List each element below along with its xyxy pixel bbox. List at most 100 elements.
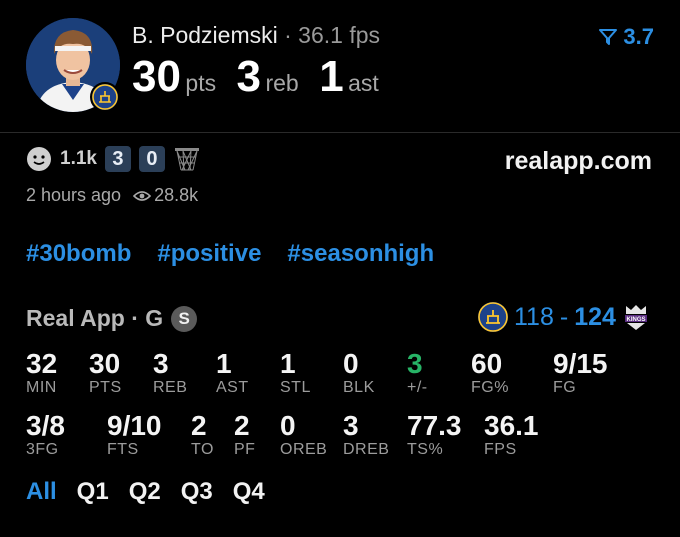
stat-label: REB [153, 379, 188, 396]
stat-value: 3 [343, 410, 359, 441]
game-source: Real App · G S [26, 305, 198, 332]
source-label: Real App · G [26, 305, 164, 331]
stat-reb: 3 REB [153, 349, 187, 397]
stat-value: 60 [471, 348, 503, 379]
stat-label: PTS [89, 379, 122, 396]
stat-label: OREB [280, 441, 328, 458]
stat-label: BLK [343, 379, 375, 396]
away-score: 124 [574, 302, 616, 331]
separator: · [284, 22, 292, 48]
stat-3fg: 3/8 3FG [26, 411, 65, 459]
stat-label: +/- [407, 379, 428, 396]
stat-label: FG% [471, 379, 509, 396]
stat-value: 30 [89, 348, 121, 379]
stat-fg: 9/15 FG [553, 349, 608, 397]
tab-q2[interactable]: Q2 [129, 478, 161, 506]
quarter-tabs: All Q1 Q2 Q3 Q4 [26, 478, 265, 506]
tab-q3[interactable]: Q3 [181, 478, 213, 506]
stat-pts: 30 PTS [89, 349, 122, 397]
stat-value: 9/10 [107, 410, 162, 441]
tab-q1[interactable]: Q1 [77, 478, 109, 506]
stat-value: 0 [343, 348, 359, 379]
kings-logo-icon: KINGS [622, 302, 650, 332]
stat-fps: 36.1 FPS [484, 411, 539, 459]
headline-rebounds-label: reb [265, 70, 299, 96]
views-value: 28.8k [154, 185, 199, 205]
stat-value: 32 [26, 348, 58, 379]
reaction-count: 1.1k [60, 148, 97, 169]
stat-label: STL [280, 379, 311, 396]
post-meta: 2 hours ago 28.8k [26, 185, 198, 206]
headline-assists-value: 1 [319, 52, 344, 101]
stat-label: AST [216, 379, 249, 396]
game-score[interactable]: 118-124 KINGS [478, 302, 650, 332]
stat-value: 1 [280, 348, 296, 379]
stat-label: MIN [26, 379, 57, 396]
score-box-b[interactable]: 0 [138, 146, 165, 172]
headline-rebounds-value: 3 [236, 52, 262, 101]
player-header-line: B. Podziemski · 36.1 fps [132, 22, 380, 49]
version-value: 3.7 [623, 24, 654, 49]
tab-all[interactable]: All [26, 478, 57, 506]
stat-value: 1 [216, 348, 232, 379]
warriors-logo-icon [92, 84, 118, 110]
warriors-logo-icon [478, 302, 508, 332]
stat-label: DREB [343, 441, 390, 458]
hashtag-positive[interactable]: #positive [157, 240, 261, 268]
site-link[interactable]: realapp.com [505, 147, 652, 176]
stat-stl: 1 STL [280, 349, 311, 397]
headline-assists-label: ast [348, 70, 379, 96]
stat-min: 32 MIN [26, 349, 57, 397]
stat-value: 3 [407, 348, 423, 379]
stat-value: 0 [280, 410, 296, 441]
hashtag-seasonhigh[interactable]: #seasonhigh [287, 240, 434, 268]
filter-funnel-icon [599, 29, 618, 45]
stat-value: 3 [153, 348, 169, 379]
player-name[interactable]: B. Podziemski [132, 22, 278, 48]
stat-dreb: 3 DREB [343, 411, 389, 459]
view-count: 28.8k [133, 185, 198, 206]
stat-label: PF [234, 441, 256, 458]
stat-value: 9/15 [553, 348, 608, 379]
header-divider [0, 132, 680, 133]
eye-icon [133, 190, 152, 201]
home-score: 118 [514, 302, 554, 331]
stat-pf: 2 PF [234, 411, 255, 459]
stat-ts-pct: 77.3 TS% [407, 411, 462, 459]
stat-label: TS% [407, 441, 444, 458]
kings-logo-text: KINGS [626, 317, 645, 323]
stat-label: 3FG [26, 441, 59, 458]
stat-value: 36.1 [484, 410, 539, 441]
stat-value: 77.3 [407, 410, 462, 441]
stat-plus-minus: 3 +/- [407, 349, 428, 397]
stat-oreb: 0 OREB [280, 411, 327, 459]
stat-to: 2 TO [191, 411, 214, 459]
score-box-a[interactable]: 3 [104, 146, 131, 172]
hashtag-30bomb[interactable]: #30bomb [26, 240, 131, 268]
score-dash: - [559, 302, 569, 331]
stat-value: 2 [234, 410, 250, 441]
version-badge[interactable]: 3.7 [599, 24, 654, 50]
tab-q4[interactable]: Q4 [233, 478, 265, 506]
basketball-net-icon[interactable] [173, 146, 201, 172]
stat-blk: 0 BLK [343, 349, 375, 397]
smiley-face-icon[interactable] [26, 146, 52, 172]
headline-stats: 30 pts 3 reb 1 ast [132, 52, 395, 102]
stat-label: TO [191, 441, 214, 458]
stat-value: 3/8 [26, 410, 65, 441]
stat-fts: 9/10 FTS [107, 411, 162, 459]
stat-label: FG [553, 379, 577, 396]
stat-label: FPS [484, 441, 517, 458]
stat-ast: 1 AST [216, 349, 249, 397]
stat-label: FTS [107, 441, 139, 458]
player-fps: 36.1 fps [298, 22, 381, 48]
reaction-row: 1.1k 3 0 [26, 146, 201, 172]
starter-badge: S [171, 305, 198, 332]
headline-points-label: pts [185, 70, 217, 96]
stat-fg-pct: 60 FG% [471, 349, 509, 397]
stat-value: 2 [191, 410, 207, 441]
hashtag-list: #30bomb #positive #seasonhigh [26, 240, 434, 268]
team-badge [90, 82, 120, 112]
headline-points-value: 30 [132, 52, 181, 101]
time-ago: 2 hours ago [26, 185, 122, 205]
